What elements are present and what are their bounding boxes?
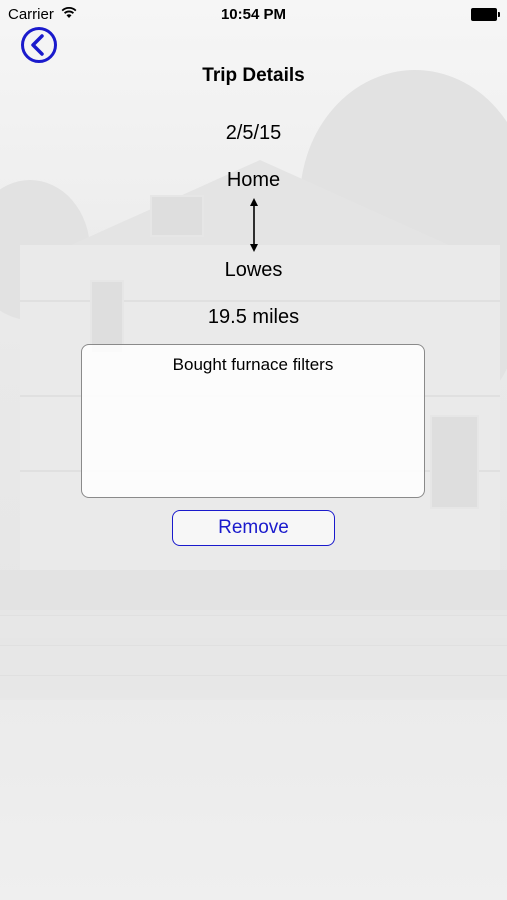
- remove-button-label: Remove: [218, 517, 289, 538]
- remove-button[interactable]: Remove: [172, 510, 335, 546]
- status-bar: Carrier 10:54 PM: [0, 0, 507, 28]
- trip-date: 2/5/15: [225, 122, 282, 144]
- trip-distance: 19.5 miles: [207, 306, 300, 328]
- double-arrow-vertical-icon: [250, 198, 258, 252]
- battery-icon: [471, 8, 500, 21]
- notes-textarea[interactable]: Bought furnace filters: [81, 344, 425, 498]
- notes-text: Bought furnace filters: [172, 355, 334, 374]
- page-title: Trip Details: [202, 65, 305, 86]
- clock: 10:54 PM: [220, 6, 287, 23]
- back-button[interactable]: [20, 26, 58, 64]
- trip-destination: Lowes: [224, 259, 283, 281]
- trip-origin: Home: [226, 169, 281, 191]
